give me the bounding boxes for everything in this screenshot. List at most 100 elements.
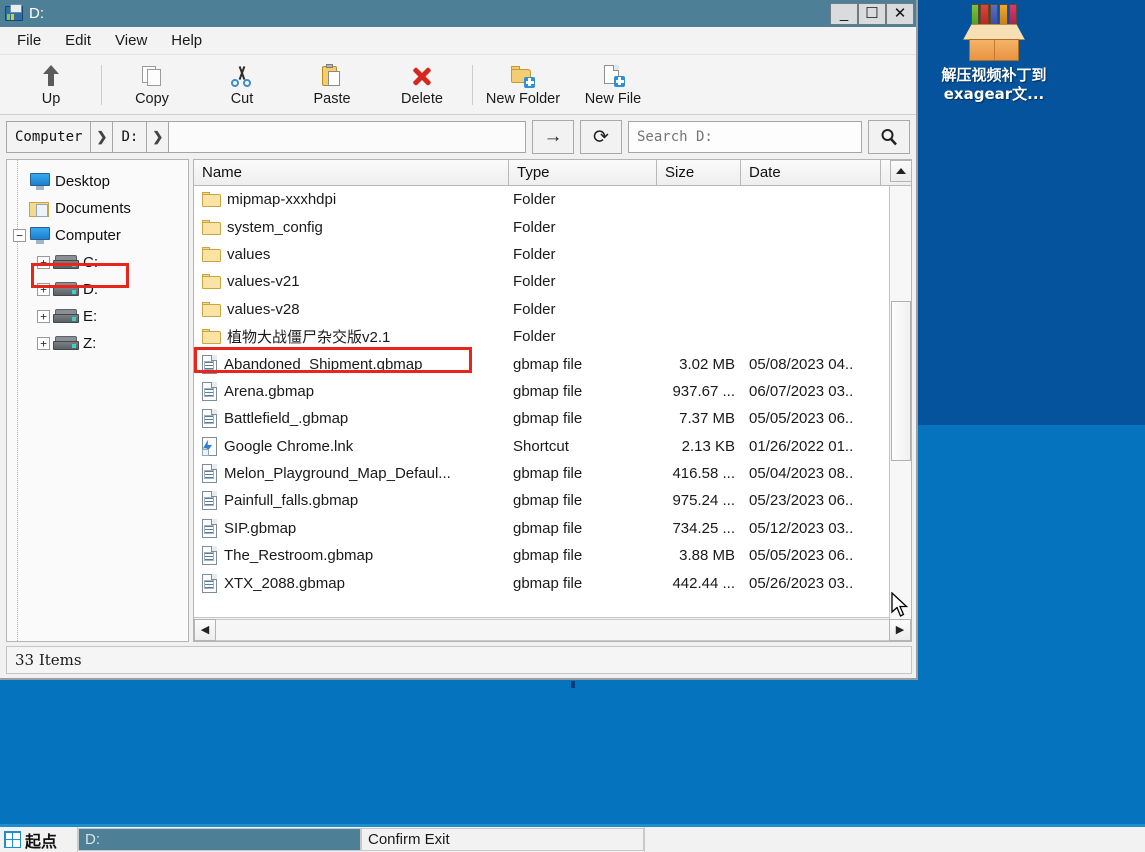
- toolbar-new-folder-button[interactable]: New Folder: [478, 58, 568, 112]
- cell-name: Abandoned_Shipment.gbmap: [224, 355, 423, 373]
- vertical-scrollbar[interactable]: [889, 160, 912, 619]
- breadcrumb-item-d-drive[interactable]: D:: [113, 122, 148, 152]
- table-row[interactable]: Arena.gbmap gbmap file 937.67 ... 06/07/…: [194, 378, 911, 405]
- folder-icon: [202, 246, 221, 262]
- cell-name: XTX_2088.gbmap: [224, 574, 345, 592]
- cell-type: gbmap file: [513, 355, 583, 373]
- table-row[interactable]: values-v21 Folder: [194, 268, 911, 295]
- maximize-button[interactable]: ☐: [858, 2, 886, 25]
- desktop-icon-unzip-patch[interactable]: 解压视频补丁到exagear文...: [930, 4, 1058, 104]
- chevron-right-icon-1[interactable]: ❯: [91, 122, 114, 152]
- table-row[interactable]: Melon_Playground_Map_Defaul... gbmap fil…: [194, 460, 911, 487]
- folder-tree[interactable]: Desktop Documents − Computer + C: + D: +…: [6, 159, 189, 642]
- table-row[interactable]: values-v28 Folder: [194, 296, 911, 323]
- table-row[interactable]: mipmap-xxxhdpi Folder: [194, 186, 911, 213]
- toolbar-copy-label: Copy: [135, 90, 169, 107]
- table-row[interactable]: XTX_2088.gbmap gbmap file 442.44 ... 05/…: [194, 569, 911, 596]
- drive-icon: [53, 308, 79, 325]
- toolbar: Up Copy Cut Paste Delete New Folder New …: [0, 55, 916, 115]
- tree-node-e-drive[interactable]: + E:: [11, 303, 184, 330]
- cell-size: 975.24 ...: [672, 492, 735, 510]
- go-button[interactable]: →: [532, 120, 574, 154]
- cell-size: 416.58 ...: [672, 465, 735, 483]
- monitor-icon: [29, 226, 51, 245]
- gbmap-file-icon: [202, 546, 218, 566]
- chevron-right-icon-2[interactable]: ❯: [147, 122, 170, 152]
- tree-node-desktop[interactable]: Desktop: [11, 168, 184, 195]
- gbmap-file-icon: [202, 354, 218, 374]
- cell-type: gbmap file: [513, 492, 583, 510]
- desktop-artifact: [571, 681, 575, 688]
- search-button[interactable]: [868, 120, 910, 154]
- menu-item-edit[interactable]: Edit: [56, 30, 100, 51]
- table-row[interactable]: Battlefield_.gbmap gbmap file 7.37 MB 05…: [194, 405, 911, 432]
- toolbar-cut-button[interactable]: Cut: [197, 58, 287, 112]
- scroll-left-button[interactable]: ◀: [194, 618, 216, 641]
- toolbar-copy-button[interactable]: Copy: [107, 58, 197, 112]
- folder-computer-icon: [3, 3, 25, 24]
- menu-item-file[interactable]: File: [8, 30, 50, 51]
- window-titlebar[interactable]: D: _ ☐ ✕: [0, 0, 916, 27]
- open-box-icon: [930, 4, 1058, 62]
- taskbar-item-label: Confirm Exit: [368, 831, 450, 848]
- taskbar-item-d-drive[interactable]: D:: [78, 828, 361, 851]
- cell-name: 植物大战僵尸杂交版v2.1: [227, 329, 391, 347]
- minimize-button[interactable]: _: [830, 2, 858, 25]
- toolbar-delete-button[interactable]: Delete: [377, 58, 467, 112]
- refresh-button[interactable]: ⟳: [580, 120, 622, 154]
- tree-node-documents[interactable]: Documents: [11, 195, 184, 222]
- path-input[interactable]: [169, 122, 525, 152]
- table-row[interactable]: system_config Folder: [194, 213, 911, 240]
- tree-node-computer[interactable]: − Computer: [11, 222, 184, 249]
- table-row-highlighted[interactable]: 植物大战僵尸杂交版v2.1 Folder: [194, 323, 911, 350]
- gbmap-file-icon: [202, 409, 218, 429]
- drive-icon: [53, 335, 79, 352]
- taskbar-item-confirm-exit[interactable]: Confirm Exit: [361, 828, 644, 851]
- expand-toggle-z[interactable]: +: [37, 337, 50, 350]
- toolbar-up-button[interactable]: Up: [6, 58, 96, 112]
- horizontal-scrollbar[interactable]: ◀ ▶: [194, 617, 911, 641]
- horizontal-scroll-track[interactable]: [216, 618, 889, 641]
- column-header-name[interactable]: Name: [194, 160, 509, 185]
- shortcut-icon: [202, 436, 218, 456]
- table-row[interactable]: The_Restroom.gbmap gbmap file 3.88 MB 05…: [194, 542, 911, 569]
- search-box[interactable]: [628, 121, 862, 153]
- tree-node-c-drive[interactable]: + C:: [11, 249, 184, 276]
- breadcrumb[interactable]: Computer ❯ D: ❯: [6, 121, 526, 153]
- column-header-size[interactable]: Size: [657, 160, 741, 185]
- file-list-rows[interactable]: mipmap-xxxhdpi Folder system_config Fold…: [194, 186, 911, 617]
- expand-toggle-e[interactable]: +: [37, 310, 50, 323]
- toolbar-paste-button[interactable]: Paste: [287, 58, 377, 112]
- vertical-scroll-thumb[interactable]: [891, 301, 911, 461]
- tree-node-z-drive[interactable]: + Z:: [11, 330, 184, 357]
- tree-node-d-drive[interactable]: + D:: [11, 276, 184, 303]
- tree-label-d-drive: D:: [83, 281, 98, 298]
- column-header-type[interactable]: Type: [509, 160, 657, 185]
- toolbar-new-file-button[interactable]: New File: [568, 58, 658, 112]
- menu-item-view[interactable]: View: [106, 30, 156, 51]
- table-row[interactable]: Abandoned_Shipment.gbmap gbmap file 3.02…: [194, 350, 911, 377]
- table-row[interactable]: values Folder: [194, 241, 911, 268]
- scroll-right-button[interactable]: ▶: [889, 618, 911, 641]
- cell-name: Melon_Playground_Map_Defaul...: [224, 465, 451, 483]
- tree-label-z-drive: Z:: [83, 335, 97, 352]
- search-input[interactable]: [637, 129, 853, 145]
- column-header-date[interactable]: Date: [741, 160, 881, 185]
- start-button[interactable]: 起点: [0, 827, 78, 852]
- table-row[interactable]: Google Chrome.lnk Shortcut 2.13 KB 01/26…: [194, 433, 911, 460]
- collapse-toggle-computer[interactable]: −: [13, 229, 26, 242]
- cell-size: 442.44 ...: [672, 574, 735, 592]
- clipboard-paste-icon: [319, 63, 345, 89]
- breadcrumb-item-computer[interactable]: Computer: [7, 122, 92, 152]
- scroll-up-button[interactable]: [890, 160, 912, 182]
- close-button[interactable]: ✕: [886, 2, 914, 25]
- table-row[interactable]: Painfull_falls.gbmap gbmap file 975.24 .…: [194, 487, 911, 514]
- expand-toggle-d[interactable]: +: [37, 283, 50, 296]
- cell-type: gbmap file: [513, 547, 583, 565]
- menu-item-help[interactable]: Help: [162, 30, 211, 51]
- start-button-label: 起点: [25, 831, 58, 851]
- cell-date: 05/04/2023 08..: [749, 465, 854, 483]
- expand-toggle-c[interactable]: +: [37, 256, 50, 269]
- table-row[interactable]: SIP.gbmap gbmap file 734.25 ... 05/12/20…: [194, 515, 911, 542]
- folder-icon: [202, 301, 221, 317]
